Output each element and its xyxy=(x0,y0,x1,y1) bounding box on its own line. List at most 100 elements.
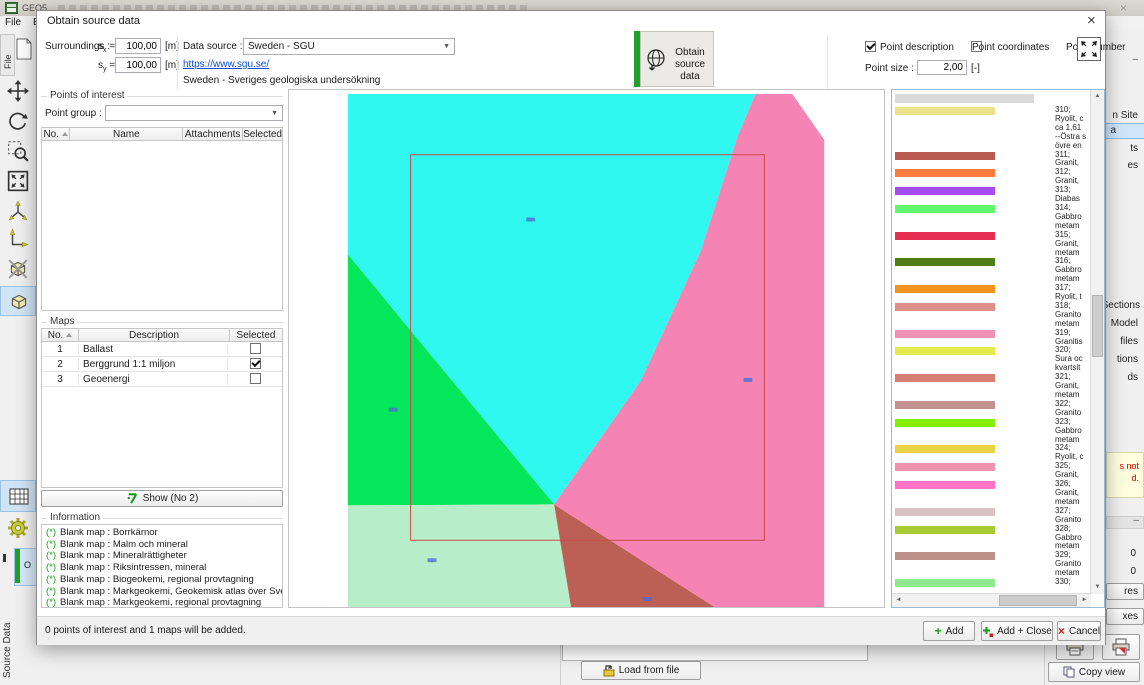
information-text: Blank map : Markgeokemi, Geokemisk atlas… xyxy=(60,586,283,598)
zoom-region-icon[interactable] xyxy=(7,140,29,162)
nav-item-ds[interactable]: ds xyxy=(1127,372,1138,383)
nav-item-tions[interactable]: tions xyxy=(1117,354,1138,365)
add-close-icon xyxy=(982,626,993,637)
nav-item-files[interactable]: files xyxy=(1120,336,1138,347)
nav-item-es[interactable]: es xyxy=(1127,160,1138,171)
legend-hscrollbar[interactable]: ◄ ► xyxy=(892,593,1091,607)
app-logo-icon xyxy=(5,2,18,14)
legend-color-bar xyxy=(895,526,995,534)
app-window: GEO5 × File Ed File xyxy=(0,0,1144,685)
data-source-select[interactable]: Sweden - SGU ▼ xyxy=(243,38,455,55)
map-label-mark xyxy=(526,218,535,222)
scroll-up-icon[interactable]: ▲ xyxy=(1091,90,1104,103)
nav-item-model[interactable]: Model xyxy=(1111,318,1138,329)
sgu-link[interactable]: https://www.sgu.se/ xyxy=(183,59,269,70)
information-box: (*) Blank map : Borrkärnor (*) Blank map… xyxy=(41,524,283,608)
legend-color-bar xyxy=(895,285,995,293)
cancel-button[interactable]: × Cancel xyxy=(1057,621,1101,641)
map-selected-checkbox[interactable] xyxy=(250,343,261,354)
legend-entry-text: 316; Gabbro metam xyxy=(1055,257,1091,284)
geological-map xyxy=(289,90,884,607)
map-selected-checkbox[interactable] xyxy=(250,358,261,369)
copy-icon xyxy=(1063,666,1075,678)
point-group-select[interactable]: ▼ xyxy=(105,105,283,121)
grid-tool-selected[interactable] xyxy=(0,480,36,512)
legend-entry-text: 317; Ryolit, t xyxy=(1055,284,1091,302)
legend-color-bar xyxy=(895,187,995,195)
sx-input[interactable] xyxy=(115,38,161,54)
legend-entry: 320; Sura oc kvartsit xyxy=(895,346,1093,373)
legend-panel: 310; Ryolit, c ca 1,61 --Östra s övre en… xyxy=(891,89,1105,608)
panel-collapse[interactable]: – xyxy=(1132,54,1138,65)
sort-asc-icon[interactable] xyxy=(66,333,72,337)
printer-marked-icon xyxy=(1111,638,1131,656)
scroll-down-icon[interactable]: ▼ xyxy=(1091,581,1104,594)
map-canvas[interactable] xyxy=(288,89,885,608)
button-xes-fragment[interactable]: xes xyxy=(1106,608,1144,625)
print-marked-button[interactable] xyxy=(1102,634,1140,660)
point-group-label: Point group : xyxy=(45,108,102,119)
menu-file[interactable]: File xyxy=(5,17,21,28)
points-table-body[interactable] xyxy=(41,141,283,311)
show-icon xyxy=(126,492,139,505)
sort-asc-icon[interactable] xyxy=(62,132,68,136)
app-close-icon[interactable]: × xyxy=(1120,1,1127,15)
point-size-input[interactable] xyxy=(917,60,967,75)
cancel-icon: × xyxy=(1058,624,1065,638)
left-toolbar: File xyxy=(0,30,37,685)
axes-3d-icon[interactable] xyxy=(7,200,29,222)
source-data-tab[interactable]: Source Data xyxy=(2,622,13,678)
rotate-icon[interactable] xyxy=(7,110,29,132)
legend-color-bar xyxy=(895,330,995,338)
legend-color-bar xyxy=(895,152,995,160)
maps-table-row[interactable]: 2 Berggrund 1:1 miljon xyxy=(42,357,282,372)
legend-entry-text: 310; Ryolit, c ca 1,61 --Östra s övre en xyxy=(1055,106,1091,151)
pan-icon[interactable] xyxy=(7,80,29,102)
point-description-checkbox[interactable] xyxy=(865,41,876,52)
sy-input[interactable] xyxy=(115,57,161,73)
nav-item-selected[interactable]: a xyxy=(1106,123,1144,139)
maps-table-row[interactable]: 1 Ballast xyxy=(42,342,282,357)
points-table-header: No. Name Attachments Selected xyxy=(41,127,283,141)
tiny-indicator xyxy=(3,554,6,562)
col-selected: Selected xyxy=(243,128,282,140)
scroll-left-icon[interactable]: ◄ xyxy=(892,594,905,607)
point-size-unit: [-] xyxy=(971,63,980,74)
add-close-button[interactable]: Add + Close xyxy=(981,621,1053,641)
legend-color-bar xyxy=(895,205,995,213)
settings-gear-icon[interactable] xyxy=(6,516,30,540)
map-label-mark xyxy=(643,597,652,601)
legend-entry: 321; Granit, metam xyxy=(895,373,1093,400)
nav-item-site[interactable]: n Site xyxy=(1112,110,1138,121)
show-model-selected[interactable] xyxy=(0,286,36,316)
add-button[interactable]: + Add xyxy=(923,621,975,641)
new-document-icon[interactable] xyxy=(15,38,33,60)
source-data-frame-button[interactable]: O xyxy=(14,548,38,586)
obtain-source-data-button[interactable]: Obtain source data xyxy=(640,31,714,87)
panel-section-header[interactable]: – xyxy=(1106,516,1144,529)
scroll-right-icon[interactable]: ► xyxy=(1078,594,1091,607)
col-no: No. xyxy=(42,128,70,140)
hide-model-icon[interactable] xyxy=(7,258,29,280)
maps-table-header: No. Description Selected xyxy=(41,328,283,342)
maps-table-row[interactable]: 3 Geoenergi xyxy=(42,372,282,387)
hscroll-thumb[interactable] xyxy=(999,595,1077,606)
legend-entry-text: 314; Gabbro metam xyxy=(1055,204,1091,231)
legend-color-bar xyxy=(895,107,995,115)
axes-corner-icon[interactable] xyxy=(7,228,29,250)
load-from-file-button[interactable]: Load from file xyxy=(581,661,701,680)
fullscreen-button[interactable] xyxy=(1077,37,1101,61)
show-map-button[interactable]: Show (No 2) xyxy=(41,490,283,507)
nav-item-sections[interactable]: Sections xyxy=(1102,300,1140,311)
dialog-close-icon[interactable]: × xyxy=(1087,12,1096,29)
bottom-text-field[interactable] xyxy=(562,643,868,661)
button-res-fragment[interactable]: res xyxy=(1106,583,1144,600)
map-selected-checkbox[interactable] xyxy=(250,373,261,384)
legend-vscrollbar[interactable]: ▲ ▼ xyxy=(1090,90,1104,594)
fit-to-screen-icon[interactable] xyxy=(7,170,29,192)
nav-item-ts[interactable]: ts xyxy=(1130,143,1138,154)
dialog-footer: 0 points of interest and 1 maps will be … xyxy=(37,616,1105,645)
vscroll-thumb[interactable] xyxy=(1092,295,1103,357)
file-tab[interactable]: File xyxy=(0,34,15,76)
copy-view-button[interactable]: Copy view xyxy=(1048,662,1140,682)
